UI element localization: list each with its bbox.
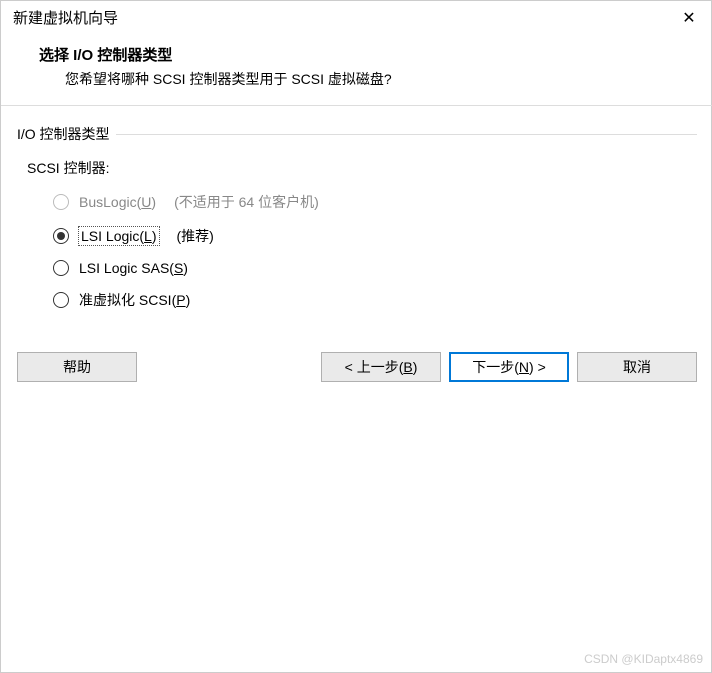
radio-label: BusLogic(U) [79,194,156,210]
radio-label: LSI Logic(L) [79,227,159,245]
scsi-radio-group: BusLogic(U) (不适用于 64 位客户机) LSI Logic(L) … [53,192,697,310]
fieldset-legend: I/O 控制器类型 [17,124,110,144]
fieldset-rule [116,134,697,135]
radio-note: (推荐) [177,226,214,246]
radio-buslogic[interactable]: BusLogic(U) (不适用于 64 位客户机) [53,192,697,212]
titlebar: 新建虚拟机向导 ✕ [1,1,712,34]
radio-lsi-logic[interactable]: LSI Logic(L) (推荐) [53,226,697,246]
watermark-text: CSDN @KIDaptx4869 [584,652,703,666]
next-button[interactable]: 下一步(N) > [449,352,569,382]
wizard-footer: 帮助 < 上一步(B) 下一步(N) > 取消 [1,340,712,398]
content-area: I/O 控制器类型 SCSI 控制器: BusLogic(U) (不适用于 64… [1,106,712,340]
controller-fieldset: I/O 控制器类型 SCSI 控制器: BusLogic(U) (不适用于 64… [17,124,697,310]
radio-icon [53,260,69,276]
back-button[interactable]: < 上一步(B) [321,352,441,382]
radio-icon [53,292,69,308]
controller-label: SCSI 控制器: [27,158,697,178]
cancel-button[interactable]: 取消 [577,352,697,382]
page-subtitle: 您希望将哪种 SCSI 控制器类型用于 SCSI 虚拟磁盘? [65,69,697,89]
radio-icon [53,228,69,244]
close-icon[interactable]: ✕ [677,8,701,28]
window-title: 新建虚拟机向导 [13,7,118,28]
radio-note: (不适用于 64 位客户机) [174,192,319,212]
radio-paravirtual-scsi[interactable]: 准虚拟化 SCSI(P) [53,290,697,310]
radio-lsi-logic-sas[interactable]: LSI Logic SAS(S) [53,260,697,276]
footer-right-group: < 上一步(B) 下一步(N) > 取消 [321,352,697,382]
radio-label: 准虚拟化 SCSI(P) [79,290,190,310]
page-title: 选择 I/O 控制器类型 [39,44,697,65]
radio-icon [53,194,69,210]
help-button[interactable]: 帮助 [17,352,137,382]
wizard-header: 选择 I/O 控制器类型 您希望将哪种 SCSI 控制器类型用于 SCSI 虚拟… [1,34,712,105]
radio-label: LSI Logic SAS(S) [79,260,188,276]
